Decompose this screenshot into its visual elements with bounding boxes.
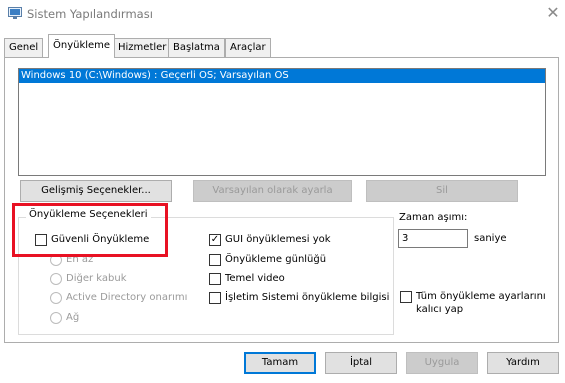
boot-entries-list[interactable] (18, 68, 546, 176)
apply-button[interactable]: Uygula (406, 352, 478, 374)
system-config-icon (8, 7, 22, 19)
timeout-input[interactable]: 3 (398, 229, 468, 248)
timeout-label: Zaman aşımı: (399, 212, 468, 223)
window-title: Sistem Yapılandırması (27, 7, 153, 21)
timeout-unit: saniye (474, 233, 507, 244)
close-icon[interactable]: ✕ (542, 3, 564, 23)
set-default-button[interactable]: Varsayılan olarak ayarla (193, 180, 352, 202)
alternate-shell-label: Diğer kabuk (66, 273, 127, 284)
make-permanent-checkbox[interactable] (400, 291, 412, 303)
highlight-box (12, 203, 168, 257)
active-directory-radio[interactable] (50, 292, 62, 304)
alternate-shell-radio[interactable] (50, 273, 62, 285)
no-gui-checkbox[interactable]: ✓ (209, 234, 221, 246)
cancel-button[interactable]: İptal (325, 352, 397, 374)
tab-general[interactable]: Genel (4, 38, 44, 57)
active-directory-label: Active Directory onarımı (66, 292, 188, 303)
boot-log-checkbox[interactable] (209, 254, 221, 266)
no-gui-label: GUI önyüklemesi yok (225, 234, 331, 245)
os-boot-info-label: İşletim Sistemi önyükleme bilgisi (225, 292, 390, 303)
base-video-label: Temel video (225, 273, 285, 284)
tab-tools[interactable]: Araçlar (225, 38, 271, 57)
help-button[interactable]: Yardım (487, 352, 559, 374)
network-radio[interactable] (50, 312, 62, 324)
tab-boot[interactable]: Önyükleme (48, 34, 116, 58)
tab-startup[interactable]: Başlatma (168, 38, 225, 57)
boot-log-label: Önyükleme günlüğü (225, 254, 327, 265)
tab-services[interactable]: Hizmetler (113, 38, 172, 57)
make-permanent-label-line1: Tüm önyükleme ayarlarını (416, 291, 546, 302)
base-video-checkbox[interactable] (209, 273, 221, 285)
network-label: Ağ (66, 312, 80, 323)
boot-entry-selected[interactable]: Windows 10 (C:\Windows) : Geçerli OS; Va… (19, 69, 545, 83)
advanced-options-button[interactable]: Gelişmiş Seçenekler... (20, 180, 172, 202)
delete-button[interactable]: Sil (366, 180, 518, 202)
make-permanent-label-line2: kalıcı yap (416, 304, 464, 315)
os-boot-info-checkbox[interactable] (209, 292, 221, 304)
ok-button[interactable]: Tamam (244, 352, 316, 374)
